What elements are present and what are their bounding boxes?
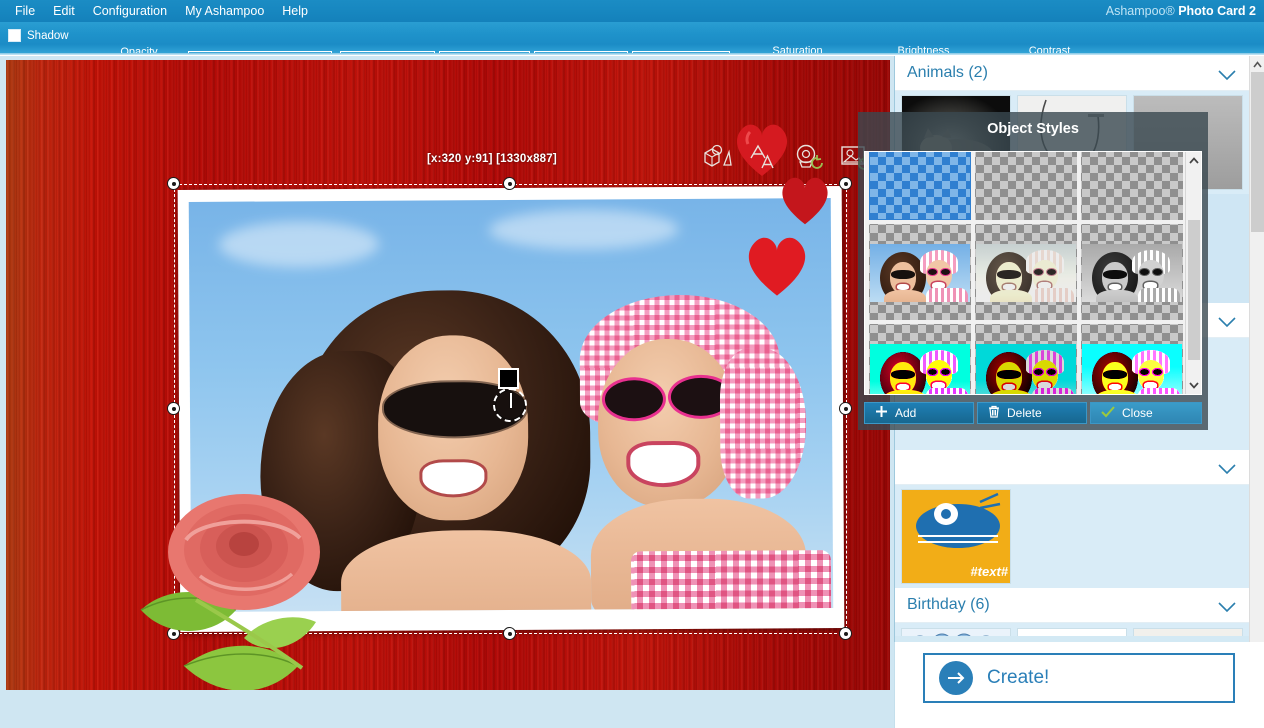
- style-cell-3[interactable]: [1081, 152, 1183, 220]
- canvas-pane[interactable]: [x:320 y:91] [1330x887]: [0, 56, 894, 696]
- panel-header-collapsed-2[interactable]: [895, 450, 1250, 485]
- check-icon: [1101, 405, 1115, 421]
- panel-body-collapsed-2: #text#: [895, 485, 1250, 588]
- style-preview-5: [976, 244, 1076, 302]
- styles-scroll-up-icon[interactable]: [1186, 152, 1201, 169]
- heart-decoration-2: [776, 170, 834, 231]
- style-cell-1[interactable]: [869, 152, 971, 220]
- menu-bar: File Edit Configuration My Ashampoo Help…: [0, 0, 1264, 22]
- mouse-cursor: [498, 368, 519, 389]
- shapes-3d-icon[interactable]: [700, 140, 734, 174]
- arrow-right-circle-icon: [939, 661, 973, 695]
- template-thumb-birthday-cake[interactable]: Happy Birth: [1017, 628, 1127, 636]
- panel-header-birthday[interactable]: Birthday (6): [895, 588, 1250, 623]
- styles-scrollbar-thumb[interactable]: [1188, 220, 1200, 360]
- style-preview-4: [870, 244, 970, 302]
- object-styles-dialog[interactable]: Object Styles Add Delete Close: [858, 112, 1208, 430]
- canvas-tool-strip: [700, 140, 872, 174]
- style-cell-8[interactable]: [975, 324, 1077, 394]
- create-button[interactable]: Create!: [923, 653, 1235, 703]
- scrollbar-thumb[interactable]: [1251, 72, 1264, 232]
- menu-item-help[interactable]: Help: [273, 0, 317, 22]
- template-thumb-birthday-balloons[interactable]: HAPP Birthday to you: [901, 628, 1011, 636]
- plus-icon: [875, 405, 888, 421]
- style-cell-9[interactable]: [1081, 324, 1183, 394]
- create-label: Create!: [987, 667, 1050, 688]
- shadow-label: Shadow: [27, 29, 69, 42]
- style-cell-6[interactable]: [1081, 224, 1183, 320]
- sidebar-scrollbar[interactable]: [1249, 56, 1264, 696]
- heart-decoration-3: [741, 228, 813, 303]
- resize-handle-s[interactable]: [503, 627, 516, 640]
- template-thumb-text-yellow[interactable]: #text#: [901, 489, 1011, 584]
- rotation-handle[interactable]: [493, 388, 527, 422]
- dialog-add-button[interactable]: Add: [864, 402, 974, 424]
- style-preview-9: [1082, 344, 1182, 394]
- resize-handle-nw[interactable]: [167, 177, 180, 190]
- rose-decoration: [126, 490, 386, 690]
- dialog-close-button[interactable]: Close: [1090, 402, 1202, 424]
- create-footer: Create!: [894, 642, 1264, 728]
- canvas-bottom-strip: [0, 696, 894, 728]
- dialog-add-label: Add: [895, 406, 917, 420]
- scroll-up-arrow-icon[interactable]: [1250, 56, 1264, 72]
- brand-prefix: Ashampoo: [1105, 4, 1166, 18]
- resize-handle-e[interactable]: [839, 402, 852, 415]
- brand-reg: ®: [1165, 4, 1175, 18]
- styles-list-scrollbar[interactable]: [1185, 152, 1201, 394]
- dialog-title-bar: Object Styles: [858, 112, 1208, 145]
- toolbar: Shadow Opacity Transform on/off Mirror: [0, 22, 1264, 74]
- menu-item-file[interactable]: File: [6, 0, 44, 22]
- style-preview-7: [870, 344, 970, 394]
- chevron-down-icon[interactable]: [1218, 462, 1236, 474]
- trash-icon: [988, 405, 1000, 421]
- style-preview-8: [976, 344, 1076, 394]
- style-cell-2[interactable]: [975, 152, 1077, 220]
- style-cell-7[interactable]: [869, 324, 971, 394]
- webcam-refresh-icon[interactable]: [792, 140, 826, 174]
- resize-handle-ne[interactable]: [839, 177, 852, 190]
- panel-title-animals: Animals (2): [907, 64, 988, 81]
- styles-list[interactable]: [864, 151, 1202, 395]
- dialog-title: Object Styles: [987, 120, 1079, 137]
- shadow-checkbox[interactable]: Shadow: [8, 29, 69, 42]
- text-icon[interactable]: [746, 140, 780, 174]
- photo-card[interactable]: [x:320 y:91] [1330x887]: [6, 60, 890, 690]
- panel-header-animals[interactable]: Animals (2): [895, 56, 1250, 91]
- style-cell-4[interactable]: [869, 224, 971, 320]
- brand-name: Photo Card 2: [1178, 4, 1256, 18]
- resize-handle-n[interactable]: [503, 177, 516, 190]
- styles-scroll-down-icon[interactable]: [1186, 377, 1201, 394]
- panel-body-birthday: HAPP Birthday to you Happy Birth: [895, 623, 1250, 636]
- styles-grid: [869, 152, 1187, 394]
- chevron-down-icon[interactable]: [1218, 600, 1236, 612]
- menu-item-configuration[interactable]: Configuration: [84, 0, 176, 22]
- dialog-delete-label: Delete: [1007, 406, 1042, 420]
- coordinate-readout: [x:320 y:91] [1330x887]: [427, 153, 557, 165]
- resize-handle-w[interactable]: [167, 402, 180, 415]
- text-placeholder-label: #text#: [970, 564, 1008, 579]
- app-brand: Ashampoo® Photo Card 2: [1106, 0, 1256, 22]
- checkbox-box[interactable]: [8, 29, 21, 42]
- dialog-close-label: Close: [1122, 406, 1153, 420]
- chevron-down-icon[interactable]: [1218, 68, 1236, 80]
- chevron-down-icon[interactable]: [1218, 315, 1236, 327]
- dialog-delete-button[interactable]: Delete: [977, 402, 1087, 424]
- menu-item-my-ashampoo[interactable]: My Ashampoo: [176, 0, 273, 22]
- resize-handle-se[interactable]: [839, 627, 852, 640]
- style-preview-6: [1082, 244, 1182, 302]
- menu-item-edit[interactable]: Edit: [44, 0, 84, 22]
- panel-title-birthday: Birthday (6): [907, 596, 990, 613]
- style-cell-5[interactable]: [975, 224, 1077, 320]
- template-thumb-birthday-banner[interactable]: Happy Birthday!: [1133, 628, 1243, 636]
